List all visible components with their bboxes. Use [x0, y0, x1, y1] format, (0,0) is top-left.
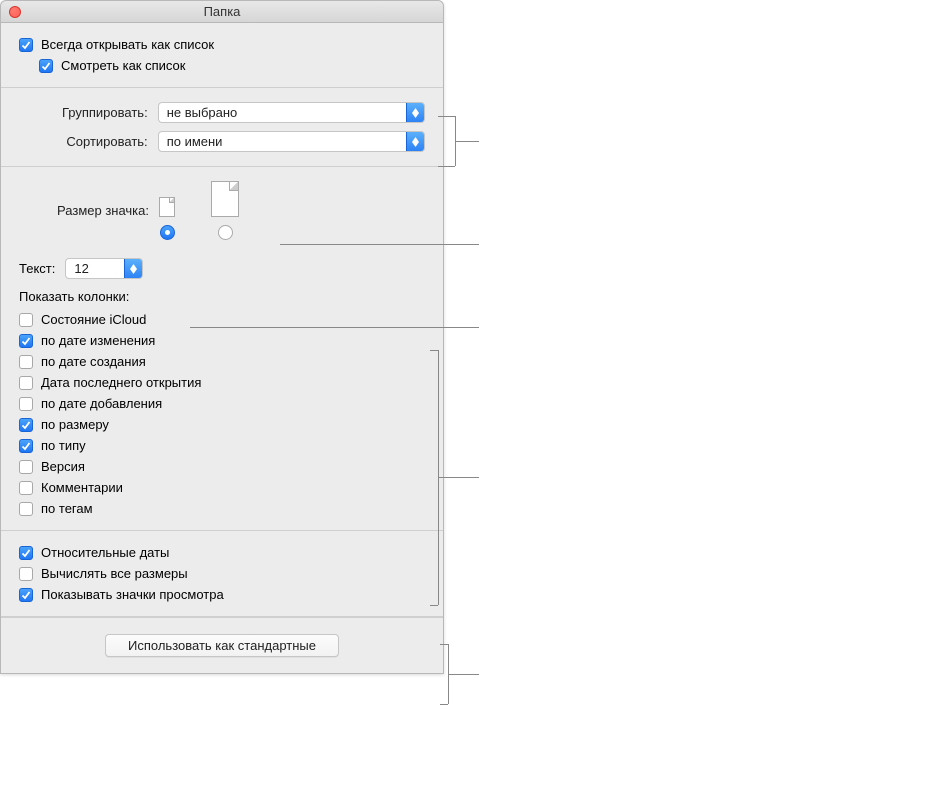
opt-calculate-all-sizes-row: Вычислять все размеры	[19, 566, 425, 581]
column-icloud-status-checkbox[interactable]	[19, 313, 33, 327]
group-by-select[interactable]: не выбрано	[158, 102, 425, 123]
section-options: Относительные даты Вычислять все размеры П…	[1, 531, 443, 617]
chevron-updown-icon	[124, 259, 142, 278]
window-close-button[interactable]	[9, 6, 21, 18]
opt-relative-dates-label: Относительные даты	[41, 545, 169, 560]
view-as-list-checkbox[interactable]	[39, 59, 53, 73]
column-tags-checkbox[interactable]	[19, 502, 33, 516]
column-icloud-status-row: Состояние iCloud	[19, 312, 425, 327]
column-date-modified-row: по дате изменения	[19, 333, 425, 348]
sort-by-label: Сортировать:	[19, 134, 158, 149]
column-comments-label: Комментарии	[41, 480, 123, 495]
opt-show-preview-icons-row: Показывать значки просмотра	[19, 587, 425, 602]
column-date-last-opened-row: Дата последнего открытия	[19, 375, 425, 390]
column-date-modified-checkbox[interactable]	[19, 334, 33, 348]
column-size-row: по размеру	[19, 417, 425, 432]
column-date-added-checkbox[interactable]	[19, 397, 33, 411]
document-large-icon	[211, 181, 239, 217]
column-date-added-label: по дате добавления	[41, 396, 162, 411]
column-icloud-status-label: Состояние iCloud	[41, 312, 146, 327]
always-open-as-list-row: Всегда открывать как список	[19, 37, 425, 52]
columns-list: Состояние iCloud по дате изменения по дате…	[19, 312, 425, 516]
view-as-list-row: Смотреть как список	[39, 58, 425, 73]
footer: Использовать как стандартные	[1, 617, 443, 673]
show-columns-label: Показать колонки:	[19, 289, 425, 304]
column-version-row: Версия	[19, 459, 425, 474]
always-open-as-list-checkbox[interactable]	[19, 38, 33, 52]
sort-by-value: по имени	[159, 134, 406, 149]
column-kind-row: по типу	[19, 438, 425, 453]
text-size-label: Текст:	[19, 261, 65, 276]
chevron-updown-icon	[406, 132, 424, 151]
group-by-value: не выбрано	[159, 105, 406, 120]
opt-relative-dates-checkbox[interactable]	[19, 546, 33, 560]
options-list: Относительные даты Вычислять все размеры П…	[19, 545, 425, 602]
column-version-checkbox[interactable]	[19, 460, 33, 474]
always-open-as-list-label: Всегда открывать как список	[41, 37, 214, 52]
opt-calculate-all-sizes-checkbox[interactable]	[19, 567, 33, 581]
column-date-last-opened-checkbox[interactable]	[19, 376, 33, 390]
titlebar[interactable]: Папка	[1, 1, 443, 23]
column-date-created-row: по дате создания	[19, 354, 425, 369]
column-tags-row: по тегам	[19, 501, 425, 516]
folder-options-window: Папка Всегда открывать как список Смотре…	[0, 0, 444, 674]
column-date-modified-label: по дате изменения	[41, 333, 155, 348]
icon-size-large-radio[interactable]	[218, 225, 233, 240]
window-title: Папка	[204, 4, 241, 19]
column-date-created-checkbox[interactable]	[19, 355, 33, 369]
column-size-label: по размеру	[41, 417, 109, 432]
column-size-checkbox[interactable]	[19, 418, 33, 432]
column-kind-label: по типу	[41, 438, 86, 453]
column-comments-checkbox[interactable]	[19, 481, 33, 495]
opt-show-preview-icons-label: Показывать значки просмотра	[41, 587, 224, 602]
column-kind-checkbox[interactable]	[19, 439, 33, 453]
text-size-value: 12	[66, 261, 124, 276]
use-as-defaults-button[interactable]: Использовать как стандартные	[105, 634, 339, 657]
text-size-select[interactable]: 12	[65, 258, 143, 279]
sort-by-select[interactable]: по имени	[158, 131, 425, 152]
opt-show-preview-icons-checkbox[interactable]	[19, 588, 33, 602]
icon-size-small-radio[interactable]	[160, 225, 175, 240]
column-version-label: Версия	[41, 459, 85, 474]
column-tags-label: по тегам	[41, 501, 93, 516]
column-date-added-row: по дате добавления	[19, 396, 425, 411]
chevron-updown-icon	[406, 103, 424, 122]
section-top: Всегда открывать как список Смотреть как…	[1, 23, 443, 88]
column-date-created-label: по дате создания	[41, 354, 146, 369]
view-as-list-label: Смотреть как список	[61, 58, 185, 73]
section-body: Размер значка: Текст: 12	[1, 167, 443, 531]
section-grouping: Группировать: не выбрано Сортировать: по…	[1, 88, 443, 167]
column-date-last-opened-label: Дата последнего открытия	[41, 375, 201, 390]
column-comments-row: Комментарии	[19, 480, 425, 495]
icon-size-label: Размер значка:	[19, 181, 159, 218]
group-by-label: Группировать:	[19, 105, 158, 120]
opt-relative-dates-row: Относительные даты	[19, 545, 425, 560]
opt-calculate-all-sizes-label: Вычислять все размеры	[41, 566, 188, 581]
document-small-icon	[159, 197, 175, 217]
